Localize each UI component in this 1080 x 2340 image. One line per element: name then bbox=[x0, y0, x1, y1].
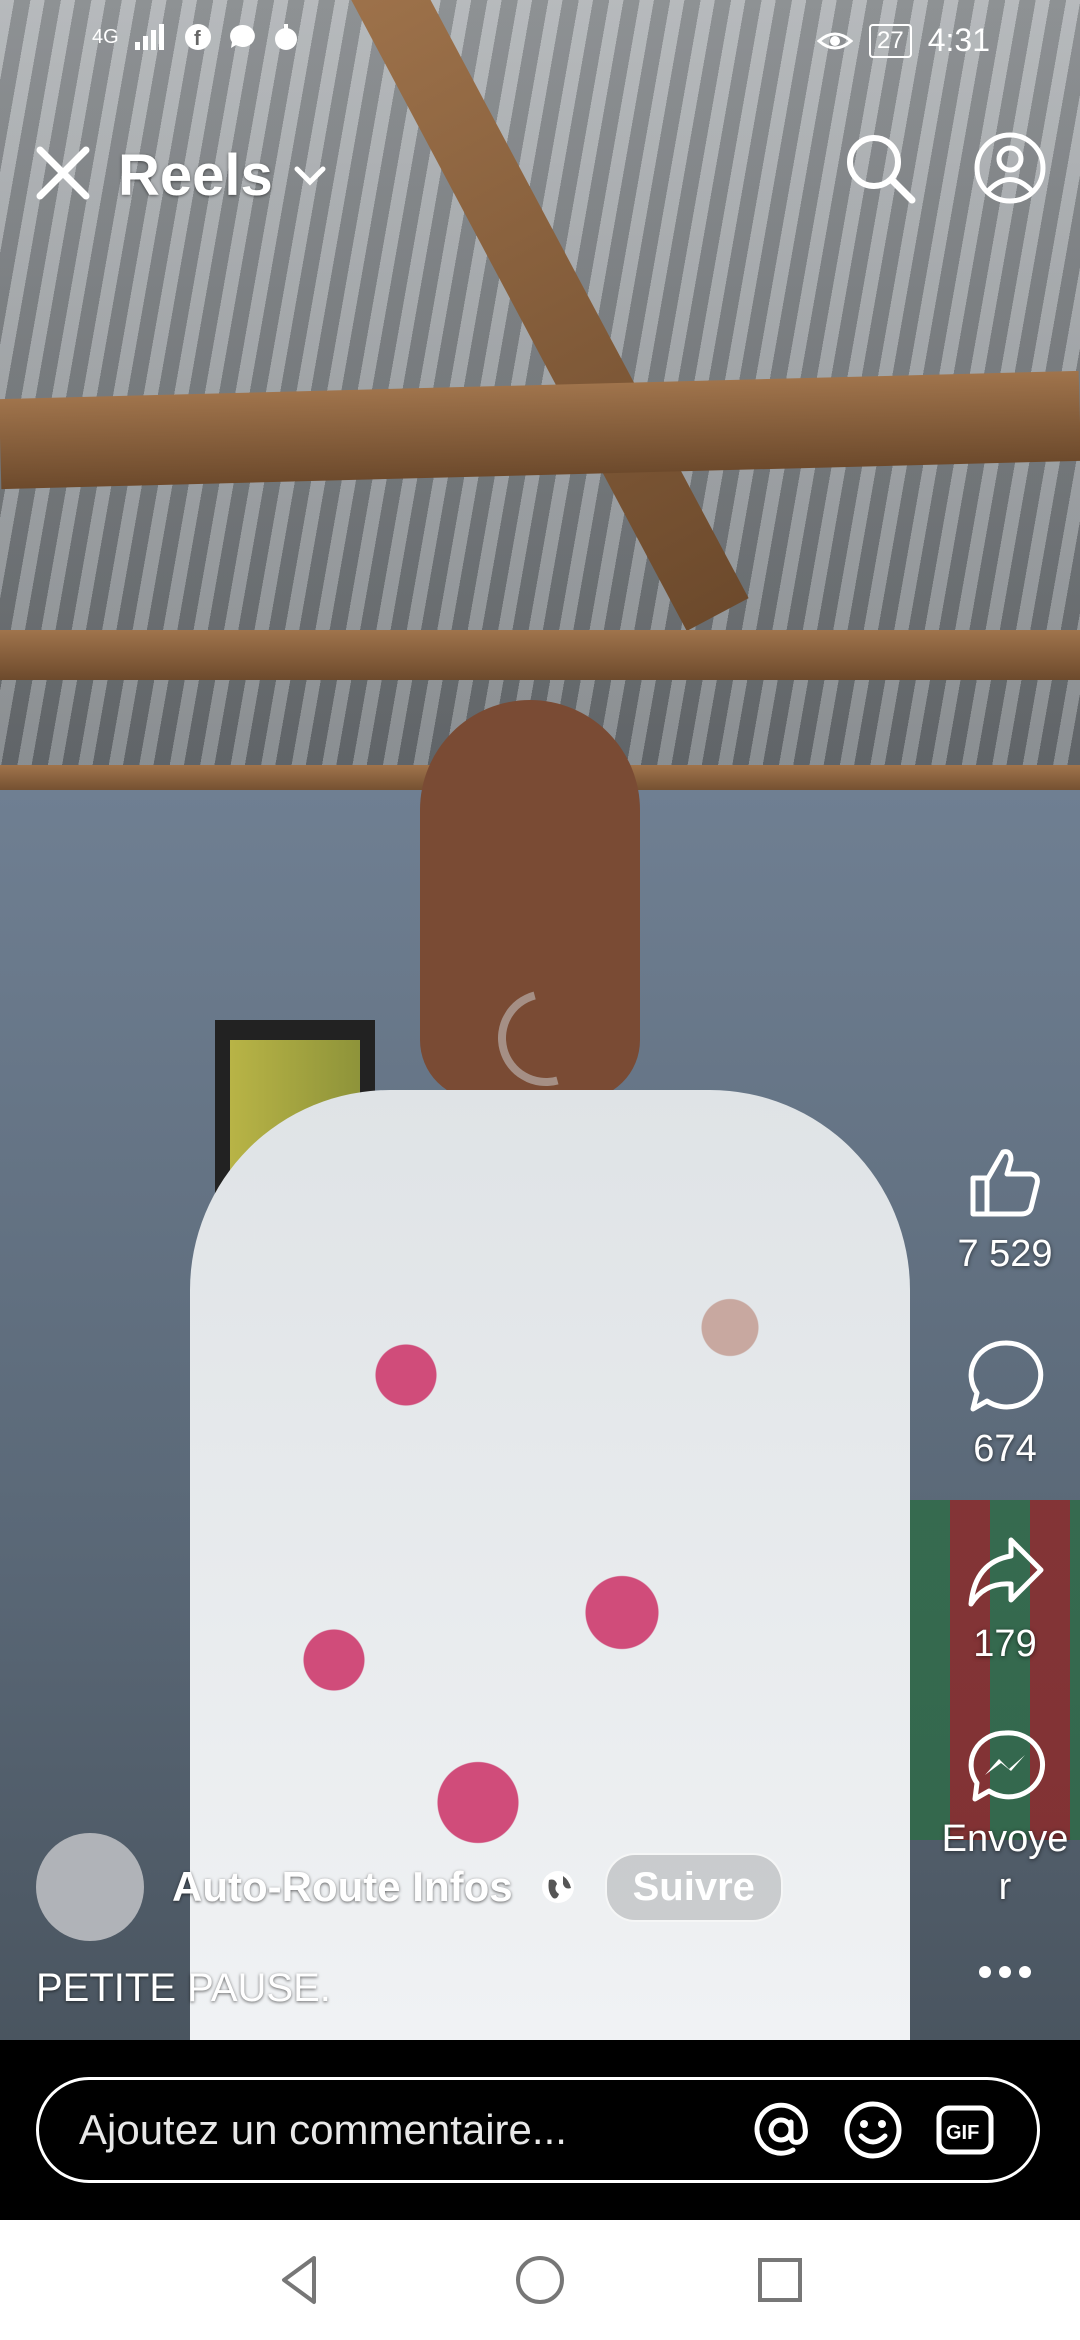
share-arrow-icon bbox=[968, 1537, 1044, 1607]
status-left: 4G f bbox=[92, 22, 301, 52]
thumbs-up-icon bbox=[970, 1149, 1040, 1217]
like-count: 7 529 bbox=[957, 1233, 1053, 1275]
signal-icon bbox=[134, 24, 164, 50]
close-icon[interactable] bbox=[32, 142, 94, 204]
share-action[interactable]: 179 bbox=[930, 1530, 1080, 1668]
messenger-icon bbox=[968, 1730, 1046, 1802]
system-nav-bar bbox=[0, 2220, 1080, 2340]
status-right: 27 4:31 bbox=[817, 22, 990, 59]
page-title: Reels bbox=[118, 143, 273, 208]
status-bar: 4G f 27 4:31 bbox=[0, 0, 1080, 84]
network-indicator: 4G bbox=[92, 25, 119, 48]
comment-bar: Ajoutez un commentaire... GIF bbox=[0, 2040, 1080, 2220]
reel-video[interactable] bbox=[0, 0, 1080, 2040]
like-action[interactable]: 7 529 bbox=[930, 1140, 1080, 1278]
eye-comfort-icon bbox=[817, 32, 854, 49]
avatar[interactable] bbox=[36, 1833, 144, 1941]
more-options-icon[interactable] bbox=[975, 1960, 1035, 1984]
follow-button[interactable]: Suivre bbox=[604, 1852, 783, 1922]
share-count: 179 bbox=[973, 1623, 1037, 1665]
mention-icon[interactable] bbox=[749, 2098, 813, 2162]
post-author-row: Auto-Route Infos Suivre bbox=[36, 1832, 783, 1942]
recents-icon[interactable] bbox=[748, 2248, 812, 2312]
video-beam bbox=[0, 630, 1080, 680]
messenger-icon bbox=[229, 24, 255, 48]
comment-placeholder: Ajoutez un commentaire... bbox=[79, 2106, 567, 2153]
emoji-icon[interactable] bbox=[841, 2098, 905, 2162]
svg-text:f: f bbox=[194, 28, 201, 50]
search-icon[interactable] bbox=[840, 128, 920, 208]
send-label: Envoye r bbox=[941, 1818, 1069, 1908]
comment-action[interactable]: 674 bbox=[930, 1335, 1080, 1473]
comment-count: 674 bbox=[973, 1428, 1037, 1470]
comment-input[interactable]: Ajoutez un commentaire... GIF bbox=[36, 2077, 1040, 2183]
post-caption: PETITE PAUSE. bbox=[36, 1966, 331, 2010]
send-action[interactable]: Envoye r bbox=[930, 1725, 1080, 1911]
gif-icon[interactable]: GIF bbox=[933, 2098, 997, 2162]
reels-header: Reels bbox=[0, 120, 1080, 230]
clock: 4:31 bbox=[927, 22, 990, 58]
profile-icon[interactable] bbox=[970, 128, 1050, 208]
app-notification-icon bbox=[274, 24, 297, 50]
comment-bubble-icon bbox=[968, 1340, 1044, 1412]
author-name[interactable]: Auto-Route Infos bbox=[172, 1863, 513, 1911]
back-icon[interactable] bbox=[268, 2248, 332, 2312]
reels-title-dropdown[interactable]: Reels bbox=[118, 142, 327, 209]
home-icon[interactable] bbox=[508, 2248, 572, 2312]
chevron-down-icon bbox=[294, 166, 326, 186]
battery-indicator: 27 bbox=[869, 23, 912, 58]
svg-text:GIF: GIF bbox=[946, 2122, 979, 2144]
facebook-icon: f bbox=[184, 24, 211, 50]
globe-icon bbox=[541, 1871, 574, 1903]
